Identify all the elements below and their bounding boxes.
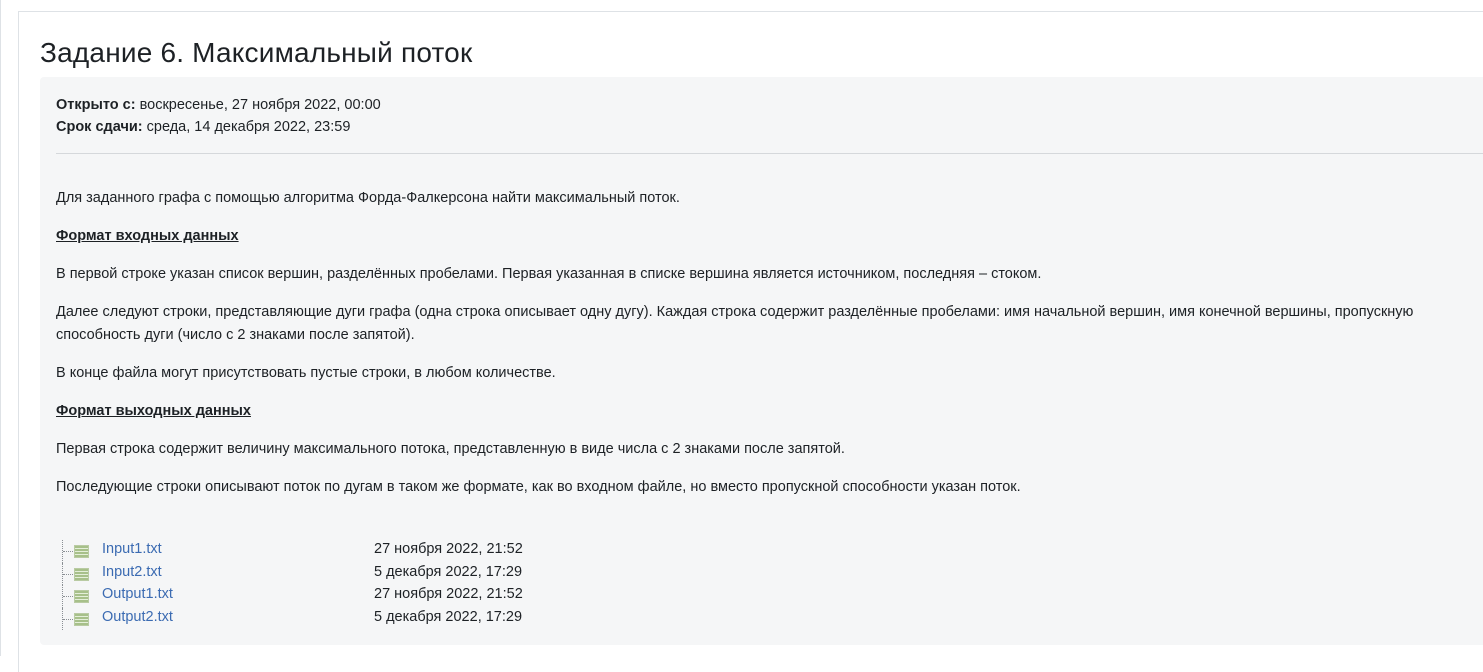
file-link-input1[interactable]: Input1.txt: [102, 541, 162, 557]
file-row: Output2.txt 5 декабря 2022, 17:29: [62, 607, 582, 630]
input-format-p1: В первой строке указан список вершин, ра…: [56, 266, 1042, 282]
text-file-icon: [74, 545, 89, 558]
output-format-heading: Формат выходных данных: [56, 403, 251, 419]
text-file-icon: [74, 590, 89, 603]
file-row: Input1.txt 27 ноября 2022, 21:52: [62, 540, 582, 563]
output-format-p1: Первая строка содержит величину максимал…: [56, 441, 845, 457]
file-date: 5 декабря 2022, 17:29: [374, 608, 523, 625]
file-link-input2[interactable]: Input2.txt: [102, 564, 162, 580]
intro-text: Для заданного графа с помощью алгоритма …: [56, 190, 680, 206]
input-format-p2: Далее следуют строки, представляющие дуг…: [56, 304, 1414, 343]
page-title: Задание 6. Максимальный поток: [40, 37, 473, 68]
file-date: 27 ноября 2022, 21:52: [374, 586, 523, 602]
file-tree: Input1.txt 27 ноября 2022, 21:52 Input2.…: [62, 540, 582, 630]
due-date-row: Срок сдачи: среда, 14 декабря 2022, 23:5…: [56, 116, 381, 138]
left-border: [0, 0, 1, 656]
file-row: Output1.txt 27 ноября 2022, 21:52: [62, 585, 582, 608]
due-label: Срок сдачи:: [56, 119, 143, 135]
assignment-description: Для заданного графа с помощью алгоритма …: [56, 187, 1466, 514]
input-format-p3: В конце файла могут присутствовать пусты…: [56, 365, 556, 381]
divider: [56, 153, 1483, 154]
input-format-heading: Формат входных данных: [56, 228, 239, 244]
due-value: среда, 14 декабря 2022, 23:59: [146, 119, 351, 135]
activity-dates: Открыто с: воскресенье, 27 ноября 2022, …: [56, 94, 381, 138]
file-row: Input2.txt 5 декабря 2022, 17:29: [62, 562, 582, 585]
text-file-icon: [74, 567, 89, 581]
file-date: 5 декабря 2022, 17:29: [374, 563, 523, 580]
file-date: 27 ноября 2022, 21:52: [374, 541, 523, 557]
file-link-output1[interactable]: Output1.txt: [102, 586, 173, 602]
activity-panel: Открыто с: воскресенье, 27 ноября 2022, …: [40, 77, 1483, 645]
opened-label: Открыто с:: [56, 97, 136, 113]
text-file-icon: [74, 612, 89, 626]
opened-date-row: Открыто с: воскресенье, 27 ноября 2022, …: [56, 94, 381, 116]
opened-value: воскресенье, 27 ноября 2022, 00:00: [139, 97, 381, 113]
file-link-output2[interactable]: Output2.txt: [102, 609, 173, 625]
output-format-p2: Последующие строки описывают поток по ду…: [56, 479, 1021, 495]
